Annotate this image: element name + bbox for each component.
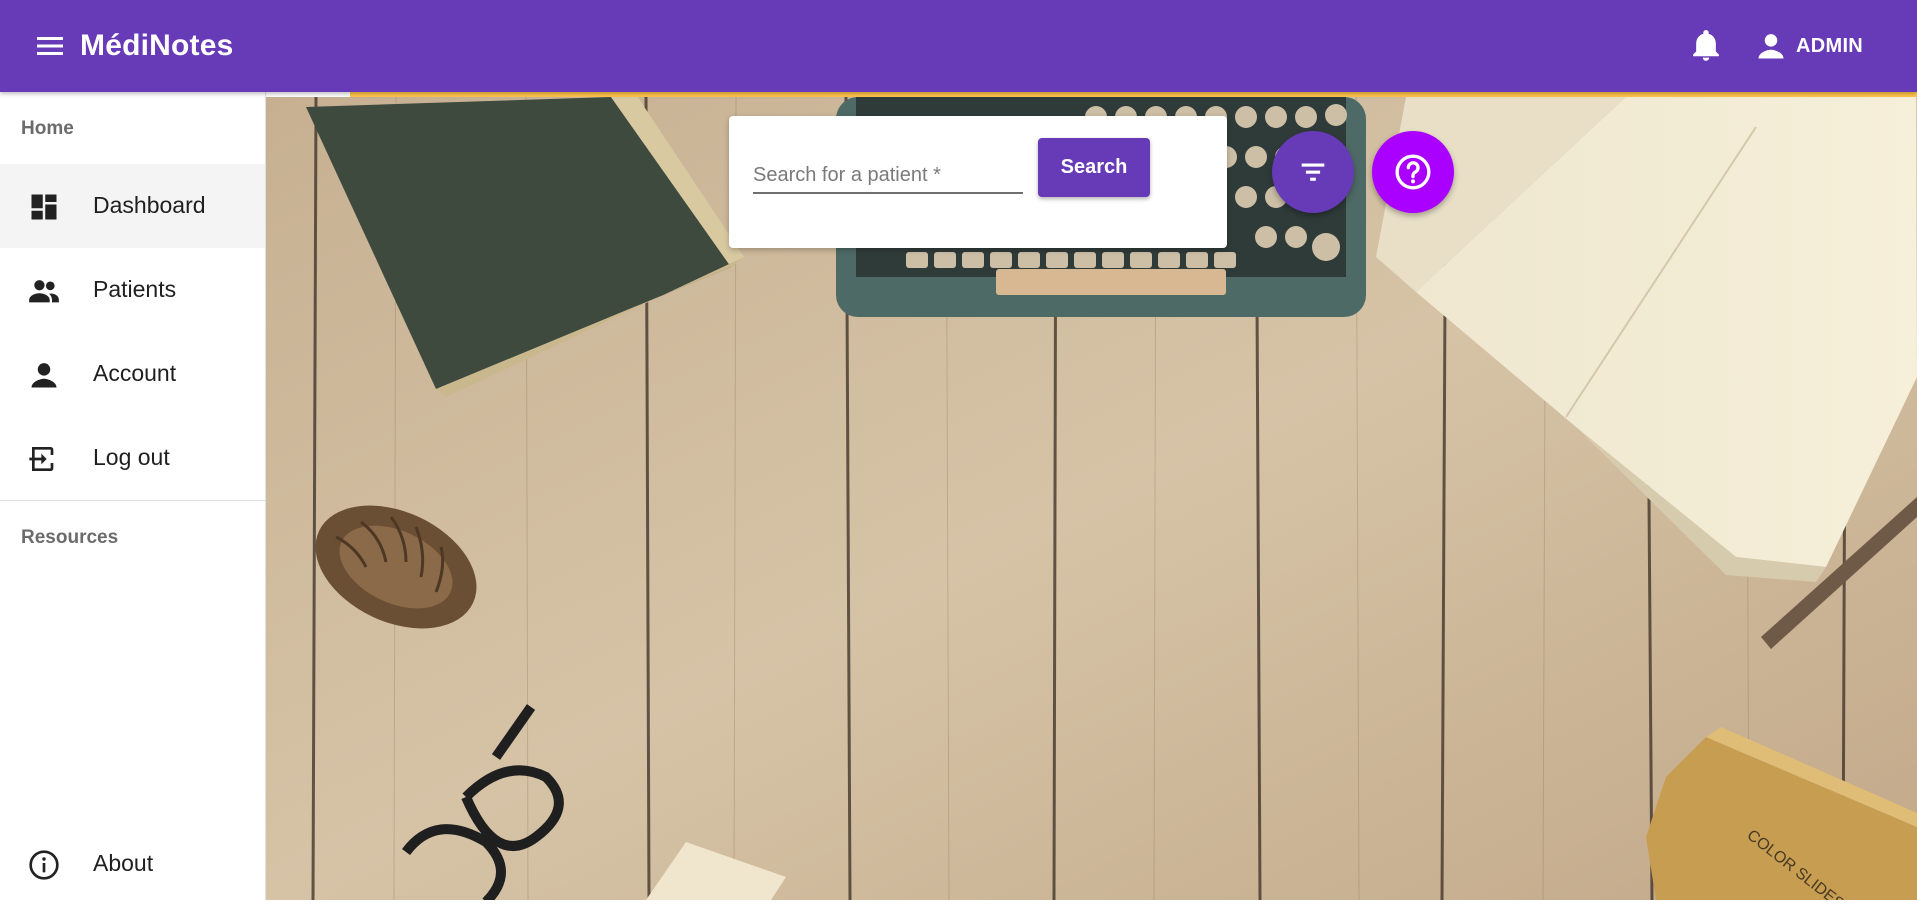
sidebar-item-label: Patients [93, 276, 177, 302]
filter-icon [1301, 163, 1325, 181]
help-icon [1395, 154, 1431, 190]
person-icon [28, 359, 60, 391]
sidebar-item-patients[interactable]: Patients [0, 248, 265, 332]
people-icon [28, 275, 60, 307]
sidebar-item-dashboard[interactable]: Dashboard [0, 164, 265, 248]
patient-search-card: Search [729, 116, 1227, 248]
help-button[interactable] [1372, 131, 1454, 213]
sidebar-item-label: Log out [93, 444, 170, 470]
sidebar-item-label: Account [93, 360, 177, 386]
bell-icon [1693, 30, 1719, 61]
user-name: ADMIN [1796, 34, 1864, 57]
sidebar-item-label: About [93, 850, 154, 876]
patient-search-input[interactable] [753, 158, 1023, 194]
menu-icon [37, 37, 63, 55]
sidebar-item-about[interactable]: About [0, 822, 265, 906]
sidebar-item-label: Dashboard [93, 192, 206, 218]
search-button[interactable]: Search [1038, 138, 1150, 197]
exit-icon [28, 443, 60, 475]
sidebar-divider [0, 500, 265, 501]
user-menu-button[interactable]: ADMIN [1756, 24, 1896, 68]
sidebar: Home Dashboard Patients Account Log out … [0, 92, 266, 900]
person-icon [1758, 34, 1784, 59]
info-icon [28, 849, 60, 881]
app-bar: MédiNotes ADMIN [0, 0, 1917, 92]
menu-button[interactable] [30, 26, 70, 66]
loading-accent-bar [350, 92, 1917, 97]
sidebar-item-logout[interactable]: Log out [0, 416, 265, 500]
notifications-button[interactable] [1686, 26, 1726, 66]
sidebar-item-account[interactable]: Account [0, 332, 265, 416]
section-header-home: Home [21, 118, 74, 139]
section-header-resources: Resources [21, 527, 119, 548]
dashboard-icon [28, 191, 60, 223]
filter-button[interactable] [1272, 131, 1354, 213]
app-title: MédiNotes [80, 29, 234, 62]
